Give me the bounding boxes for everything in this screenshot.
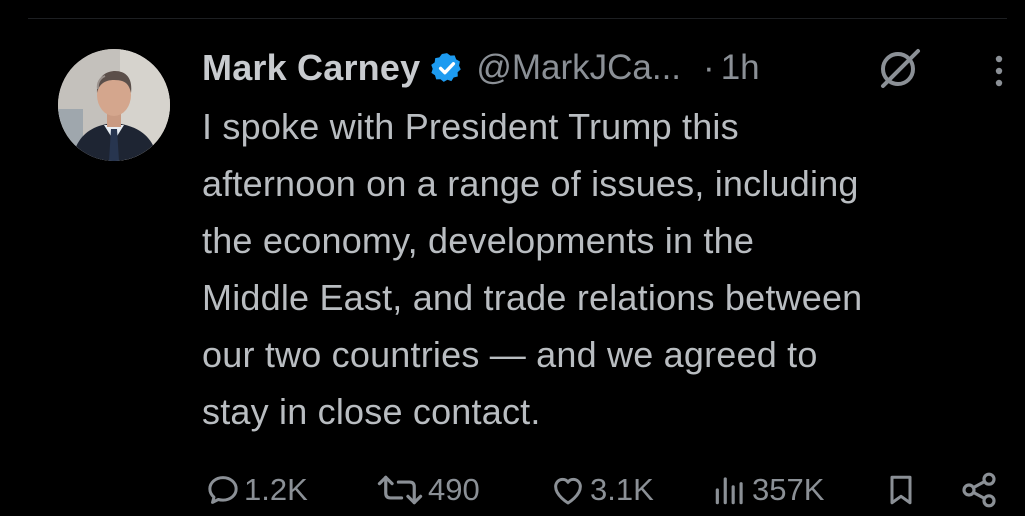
author-handle[interactable]: @MarkJCa... (476, 48, 681, 88)
tweet-text: I spoke with President Trump this aftern… (202, 106, 863, 432)
grok-icon[interactable] (876, 46, 924, 90)
repost-count: 490 (428, 472, 480, 507)
bookmark-button[interactable] (883, 468, 919, 512)
bookmark-icon (883, 470, 919, 510)
like-icon (548, 471, 588, 509)
author-display-name[interactable]: Mark Carney (202, 47, 420, 89)
profile-photo-icon (58, 49, 170, 161)
reply-button[interactable]: 1.2K (204, 468, 308, 512)
views-icon (710, 471, 750, 509)
views-button[interactable]: 357K (710, 468, 824, 512)
timestamp[interactable]: 1h (721, 48, 760, 88)
action-bar: 1.2K 490 3.1K 357K (200, 468, 1015, 512)
views-count: 357K (752, 472, 825, 507)
repost-button[interactable]: 490 (374, 468, 480, 512)
like-button[interactable]: 3.1K (548, 468, 654, 512)
like-count: 3.1K (590, 472, 654, 507)
reply-count: 1.2K (244, 472, 308, 507)
repost-icon (374, 471, 426, 509)
separator-dot: · (703, 48, 715, 87)
verified-badge-icon (430, 51, 464, 85)
top-divider (28, 18, 1007, 19)
avatar[interactable] (58, 49, 170, 161)
share-button[interactable] (958, 468, 1000, 512)
more-options-icon[interactable] (985, 50, 1013, 90)
share-icon (958, 470, 1000, 510)
reply-icon (204, 471, 242, 509)
